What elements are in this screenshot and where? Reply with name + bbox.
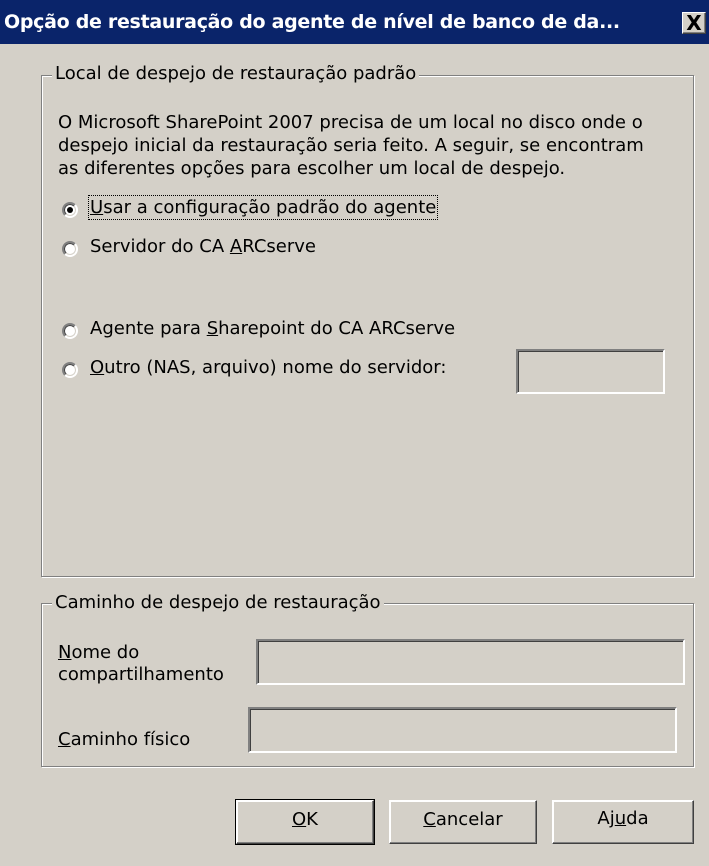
description-line-2: despejo inicial da restauração seria fei… [58, 135, 644, 156]
physical-path-label: Caminho físico [58, 729, 191, 750]
radio-other-nas-indicator[interactable] [62, 362, 78, 378]
server-name-field[interactable] [516, 349, 665, 394]
cancel-button[interactable]: Cancelar [389, 800, 537, 844]
description-line-3: as diferentes opções para escolher um lo… [58, 158, 566, 179]
close-button[interactable]: X [682, 11, 706, 35]
radio-other-nas-label[interactable]: Outro (NAS, arquivo) nome do servidor: [90, 357, 446, 378]
radio-arcserve-server-indicator[interactable] [62, 241, 78, 257]
window-title: Opção de restauração do agente de nível … [4, 11, 620, 33]
physical-path-field[interactable] [248, 707, 677, 753]
share-name-label: Nome do compartilhamento [58, 642, 224, 685]
ok-button[interactable]: OK [235, 799, 375, 845]
radio-agent-default-indicator[interactable] [62, 202, 78, 218]
restore-dump-path-legend: Caminho de despejo de restauração [52, 592, 384, 613]
close-icon: X [686, 11, 702, 35]
radio-sharepoint-agent-indicator[interactable] [62, 323, 78, 339]
radio-sharepoint-agent-label[interactable]: Agente para Sharepoint do CA ARCserve [90, 318, 455, 339]
radio-selected-dot [67, 207, 73, 213]
help-button[interactable]: Ajuda [552, 800, 694, 844]
radio-arcserve-server-label[interactable]: Servidor do CA ARCserve [90, 236, 316, 257]
description-line-1: O Microsoft SharePoint 2007 precisa de u… [58, 112, 643, 133]
share-name-field[interactable] [256, 639, 685, 685]
radio-agent-default-label[interactable]: Usar a configuração padrão do agente [87, 195, 439, 220]
default-dump-location-legend: Local de despejo de restauração padrão [52, 63, 420, 84]
title-bar[interactable]: Opção de restauração do agente de nível … [0, 0, 709, 44]
